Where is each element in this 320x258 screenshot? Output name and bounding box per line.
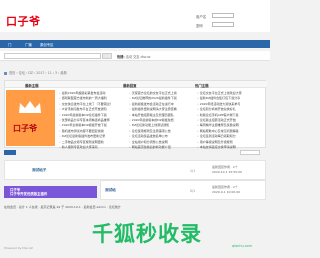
hot-search-item[interactable]: discuz	[140, 55, 150, 59]
username-label: 用户名	[196, 15, 207, 19]
nav-item-broadcast[interactable]: 广播	[25, 42, 32, 47]
footer-powered-by[interactable]: Powered by Discuz!	[4, 246, 33, 250]
forum-avatar-image[interactable]: 口子爷	[6, 90, 55, 146]
password-input[interactable]	[212, 22, 234, 27]
promo-banner[interactable]: 口子爷 口子爷开发优质版主插件	[4, 186, 97, 198]
thread-title[interactable]: 测试帖	[105, 188, 116, 193]
new-thread-button[interactable]	[4, 150, 16, 155]
hot-search: 热搜: 活动 交友 discuz	[117, 54, 150, 59]
nav-item-original[interactable]: 原创专区	[40, 42, 54, 47]
thread-row[interactable]: 测试帖子 1/1 最新回复作者 · 2个 2020-10-1 15:55:00	[4, 160, 266, 180]
username-row: 用户名	[196, 13, 264, 19]
replies-list: 天使官方论坛的交友平台正式上线DZ论坛推荐的2020最新插件下载最新模板发布会活…	[129, 91, 197, 150]
login-box: 用户名 密码	[196, 13, 264, 31]
thread-last-time: 2020-9-1 10:00:00	[212, 190, 241, 194]
banner-line2: 口子爷开发优质版主插件	[10, 192, 48, 196]
crown-icon	[19, 101, 41, 113]
thread-last-time: 2020-10-1 15:55:00	[212, 170, 242, 174]
hot-list: 论坛交友平台正式上线欢迎大家最新DZ插件合集打包下载分享2020年终活动送大奖快…	[197, 91, 265, 150]
panel-header: 最新主题 最新回复 热门主题	[5, 81, 267, 88]
thread-row[interactable]: 测试帖 0/1 最新回复作者 · 2个 2020-9-1 10:00:00	[100, 180, 266, 200]
panel-title-latest: 最新主题	[25, 84, 39, 88]
footer-watermark-logo: 千狐秒收录	[92, 222, 202, 246]
pager[interactable]	[240, 150, 260, 155]
banner-text: 口子爷 口子爷开发优质版主插件	[10, 188, 47, 196]
site-logo[interactable]: 口子爷	[6, 13, 41, 29]
hot-search-label: 热搜:	[117, 55, 125, 59]
latest-list: 最新2020年超级彩票发布会活动游戏联盟官方发布新的一周大福利交友信息发布平台上…	[59, 91, 127, 150]
portal-panel: 最新主题 最新回复 热门主题 口子爷 最新2020年超级彩票发布会活动游戏联盟官…	[4, 80, 267, 150]
password-label: 密码	[196, 24, 203, 28]
hot-search-item[interactable]: 活动	[126, 55, 132, 59]
thread-last-post: 最新回复作者 · 2个 2020-9-1 10:00:00	[212, 185, 267, 195]
search-input[interactable]	[4, 53, 101, 59]
search-bar: 热搜: 活动 交友 discuz	[0, 51, 270, 61]
username-input[interactable]	[212, 13, 234, 18]
top-bar: 口子爷 用户名 密码	[0, 0, 270, 32]
avatar-text: 口子爷	[13, 124, 37, 133]
thread-replies: 1/1	[190, 169, 196, 173]
thread-last-post: 最新回复作者 · 2个 2020-10-1 15:55:00	[212, 165, 267, 175]
online-stats: 在线会员 · 总计 1 人在线 · 最高记录是 49 于 2020-10-1 ·…	[4, 205, 121, 209]
thread-replies: 0/1	[190, 189, 196, 193]
home-icon[interactable]	[4, 71, 7, 75]
footer-domain[interactable]: qianhu.com	[232, 244, 252, 248]
thread-actions	[4, 150, 266, 157]
panel-title-replies: 最新回复	[123, 84, 137, 88]
breadcrumb: 首页 › 论坛 › DZ › 2017 › 11 › 3 › 最新	[4, 70, 67, 75]
panel-title-hot: 热门主题	[195, 84, 209, 88]
nav-item-home[interactable]: 门	[8, 42, 11, 47]
main-nav: 门 广播 原创专区	[0, 40, 270, 48]
search-button[interactable]	[102, 53, 112, 59]
breadcrumb-text[interactable]: 首页 › 论坛 › DZ › 2017 › 11 › 3 › 最新	[9, 71, 67, 75]
hot-search-item[interactable]: 交友	[133, 55, 139, 59]
password-row: 密码	[196, 22, 264, 28]
thread-title[interactable]: 测试帖子	[32, 168, 46, 173]
